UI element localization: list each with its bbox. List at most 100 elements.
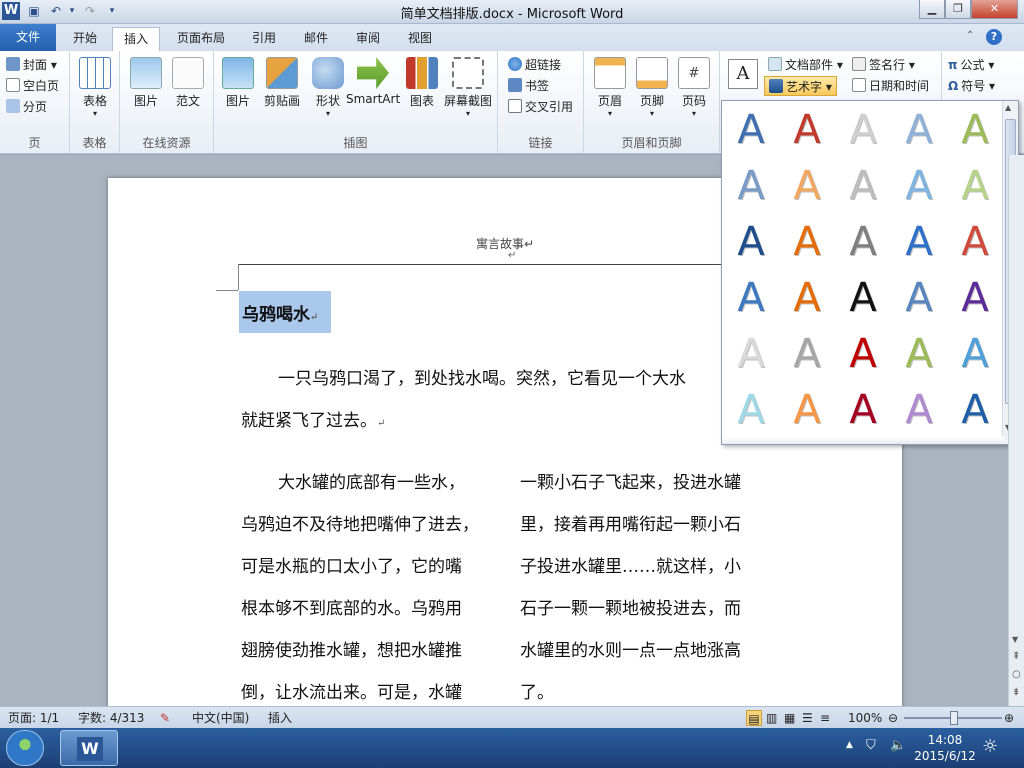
paragraph-line[interactable]: 一只乌鸦口渴了，到处找水喝。突然，它看见一个大水 [278,364,686,389]
gallery-resize-bar[interactable] [722,436,1004,444]
footer-button[interactable]: 页脚 ▾ [632,57,672,118]
tab-home[interactable]: 开始 [62,27,108,51]
wordart-style-option[interactable]: A [839,274,887,322]
column-line[interactable]: 里，接着再用嘴衔起一颗小石 [520,510,741,535]
wordart-style-option[interactable]: A [895,330,943,378]
wordart-style-option[interactable]: A [895,162,943,210]
signature-line-button[interactable]: 签名行 ▾ [852,55,915,75]
weather-icon[interactable]: ☼ [982,736,998,757]
wordart-style-option[interactable]: A [783,106,831,154]
wordart-style-option[interactable]: A [839,386,887,434]
wordart-style-option[interactable]: A [895,106,943,154]
shapes-button[interactable]: 形状 ▾ [308,57,348,118]
tab-view[interactable]: 视图 [396,27,444,51]
cross-reference-button[interactable]: 交叉引用 [508,97,573,117]
column-line[interactable]: 翅膀使劲推水罐，想把水罐推 [241,636,462,661]
hyperlink-button[interactable]: 超链接 [508,55,561,75]
tab-review[interactable]: 审阅 [344,27,392,51]
tab-page-layout[interactable]: 页面布局 [166,27,236,51]
proofing-icon[interactable]: ✎ [160,710,170,726]
column-line[interactable]: 水罐里的水则一点一点地涨高 [520,636,741,661]
scroll-down-icon[interactable]: ▼ [1012,635,1018,644]
outline-view-icon[interactable]: ☰ [802,710,813,726]
wordart-style-option[interactable]: A [895,274,943,322]
wordart-style-option[interactable]: A [951,386,999,434]
document-title[interactable]: 乌鸦喝水↵ [242,300,318,325]
column-line[interactable]: 子投进水罐里……就这样，小 [520,552,741,577]
cover-page-button[interactable]: 封面 ▾ [6,55,57,75]
wordart-style-option[interactable]: A [783,274,831,322]
tab-insert[interactable]: 插入 [112,27,160,51]
next-page-icon[interactable]: ⇟ [1012,687,1020,698]
maximize-button[interactable]: ❐ [945,0,971,19]
wordart-style-option[interactable]: A [895,386,943,434]
minimize-button[interactable]: ▁ [919,0,945,19]
column-line[interactable]: 大水罐的底部有一些水， [278,468,465,493]
column-line[interactable]: 一颗小石子飞起来，投进水罐 [520,468,741,493]
quick-parts-button[interactable]: 文档部件 ▾ [768,55,843,75]
tab-mailings[interactable]: 邮件 [292,27,340,51]
wordart-style-option[interactable]: A [951,162,999,210]
volume-icon[interactable]: 🔈 [890,738,906,753]
wordart-style-option[interactable]: A [839,162,887,210]
column-line[interactable]: 根本够不到底部的水。乌鸦用 [241,594,462,619]
textbox-icon[interactable]: A [728,59,758,89]
header-button[interactable]: 页眉 ▾ [590,57,630,118]
vertical-scrollbar[interactable]: ▼ ⇞ ○ ⇟ [1008,155,1024,706]
picture-button[interactable]: 图片 [220,57,256,109]
tab-file[interactable]: 文件 [0,24,56,51]
wordart-style-option[interactable]: A [839,106,887,154]
scroll-up-icon[interactable]: ▲ [1005,103,1011,112]
wordart-style-option[interactable]: A [951,106,999,154]
symbol-button[interactable]: Ω 符号 ▾ [948,76,995,96]
wordart-style-option[interactable]: A [839,218,887,266]
close-button[interactable]: ✕ [971,0,1018,19]
chart-button[interactable]: 图表 [404,57,440,109]
zoom-slider-thumb[interactable] [950,711,958,725]
zoom-in-icon[interactable]: ⊕ [1004,710,1014,726]
wordart-style-option[interactable]: A [727,330,775,378]
template-button[interactable]: 范文 [170,57,206,109]
column-line[interactable]: 乌鸦迫不及待地把嘴伸了进去， [241,510,479,535]
bookmark-button[interactable]: 书签 [508,76,549,96]
smartart-button[interactable]: SmartArt [346,57,400,106]
equation-button[interactable]: π 公式 ▾ [948,55,994,75]
screenshot-button[interactable]: 屏幕截图 ▾ [442,57,494,118]
clipart-button[interactable]: 剪贴画 [260,57,304,109]
taskbar-word-button[interactable]: W [60,730,118,766]
column-line[interactable]: 了。 [520,678,554,703]
wordart-style-option[interactable]: A [727,106,775,154]
zoom-level[interactable]: 100% [848,710,882,726]
paragraph-line[interactable]: 就赶紧飞了过去。↵ [241,406,385,431]
help-icon[interactable]: ? [986,29,1002,45]
minimize-ribbon-icon[interactable]: ⌃ [966,30,974,41]
page-count[interactable]: 页面: 1/1 [8,710,59,726]
page-number-button[interactable]: # 页码 ▾ [674,57,714,118]
previous-page-icon[interactable]: ⇞ [1012,651,1020,662]
column-line[interactable]: 可是水瓶的口太小了，它的嘴 [241,552,462,577]
wordart-style-option[interactable]: A [783,386,831,434]
wordart-style-option[interactable]: A [951,330,999,378]
start-button[interactable] [6,730,44,766]
wordart-style-option[interactable]: A [727,162,775,210]
online-picture-button[interactable]: 图片 [128,57,164,109]
wordart-style-option[interactable]: A [951,274,999,322]
wordart-button[interactable]: 艺术字 ▾ [764,76,837,96]
show-hidden-icons[interactable]: ▲ [846,740,853,750]
table-button[interactable]: 表格 ▾ [78,57,112,118]
wordart-style-option[interactable]: A [727,386,775,434]
column-line[interactable]: 石子一颗一颗地被投进去，而 [520,594,741,619]
system-clock[interactable]: 14:08 2015/6/12 [910,732,980,764]
browse-object-icon[interactable]: ○ [1012,669,1021,680]
web-layout-view-icon[interactable]: ▦ [784,710,795,726]
full-screen-view-icon[interactable]: ▥ [766,710,777,726]
column-line[interactable]: 倒，让水流出来。可是，水罐 [241,678,462,703]
page-break-button[interactable]: 分页 [6,97,47,117]
wordart-style-option[interactable]: A [895,218,943,266]
language-indicator[interactable]: 中文(中国) [192,710,249,726]
blank-page-button[interactable]: 空白页 [6,76,59,96]
tab-references[interactable]: 引用 [240,27,288,51]
draft-view-icon[interactable]: ≡ [820,710,830,726]
word-count[interactable]: 字数: 4/313 [78,710,144,726]
wordart-style-option[interactable]: A [783,162,831,210]
